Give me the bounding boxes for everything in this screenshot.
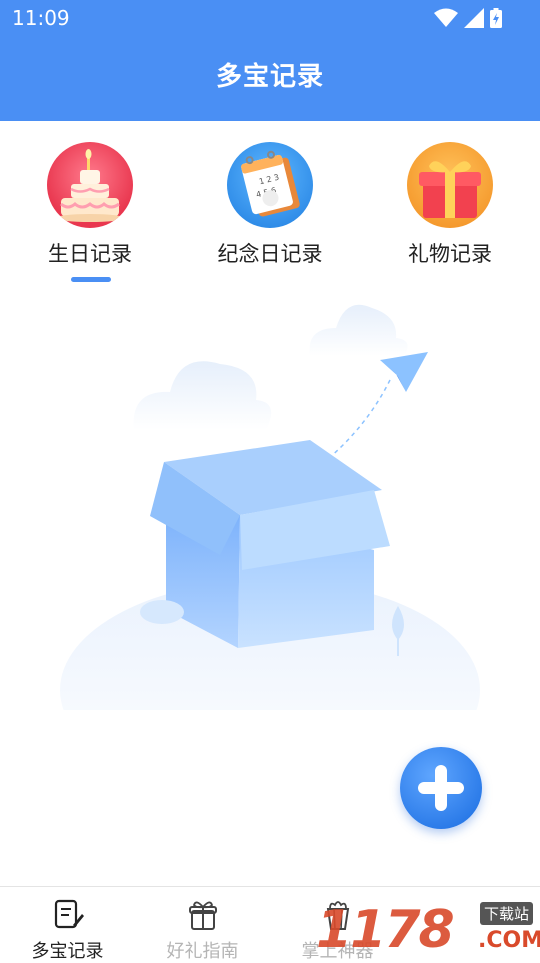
gift-icon [188,901,217,930]
category-label: 纪念日记录 [217,242,323,266]
nav-item-gift-guide[interactable]: 好礼指南 [135,899,270,963]
nav-label: 多宝记录 [31,941,104,962]
plus-icon [418,765,464,811]
status-icons [434,8,502,28]
selected-tab-indicator [71,277,111,282]
empty-box-illustration [60,304,480,710]
notebook-pen-icon [54,899,84,929]
page-title: 多宝记录 [215,62,324,92]
wifi-icon [434,8,458,27]
category-birthday[interactable]: 生日记录 [0,142,180,268]
category-anniversary[interactable]: 1 2 3 4 5 6 纪念日记录 [180,142,360,268]
add-record-button[interactable] [400,747,482,829]
bottom-navigation: 多宝记录 好礼指南 掌上神器 [0,886,540,963]
watermark-logo: 1178 [316,900,455,960]
app-bar: 11:09 多宝记录 [0,0,540,121]
watermark-domain: .COM [478,928,540,953]
nav-item-records[interactable]: 多宝记录 [0,899,135,963]
watermark-sub: 下载站 [480,902,534,925]
category-gift[interactable]: 礼物记录 [360,142,540,268]
status-time: 11:09 [12,6,70,30]
birthday-cake-icon [47,142,133,228]
calendar-icon: 1 2 3 4 5 6 [227,142,313,228]
nav-label: 好礼指南 [166,941,239,962]
signal-icon [464,8,484,28]
category-label: 生日记录 [48,242,132,266]
category-label: 礼物记录 [408,242,492,266]
battery-icon [490,8,502,28]
gift-box-icon [407,142,493,228]
